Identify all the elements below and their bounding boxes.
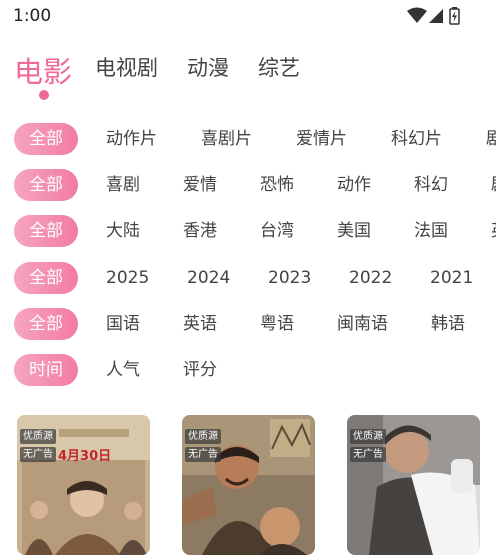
filter-option[interactable]: 2025 — [106, 262, 149, 294]
filter-chip-all[interactable]: 全部 — [14, 262, 78, 294]
filter-option[interactable]: 台湾 — [260, 215, 294, 247]
filter-option[interactable]: 法国 — [414, 215, 448, 247]
filter-option[interactable]: 剧 — [491, 169, 496, 201]
filter-option[interactable]: 大陆 — [106, 215, 140, 247]
filter-option[interactable]: 韩语 — [431, 308, 465, 340]
filter-option[interactable]: 剧 — [486, 123, 496, 155]
filter-option[interactable]: 恐怖 — [260, 169, 294, 201]
filter-option[interactable]: 2021 — [430, 262, 473, 294]
filter-row-sort: 时间 人气 评分 — [0, 354, 496, 388]
wifi-icon — [407, 7, 427, 23]
sort-option[interactable]: 人气 — [106, 354, 140, 386]
filter-option[interactable]: 科幻片 — [391, 123, 442, 155]
filter-option[interactable]: 喜剧 — [106, 169, 140, 201]
quality-badge: 优质源 — [350, 429, 386, 444]
filter-chip-all[interactable]: 全部 — [14, 123, 78, 155]
signal-icon — [429, 9, 443, 23]
filter-option[interactable]: 香港 — [183, 215, 217, 247]
sort-option[interactable]: 评分 — [183, 354, 217, 386]
status-bar: 1:00 — [0, 0, 496, 32]
tab-anime[interactable]: 动漫 — [187, 52, 229, 82]
tab-tv-series[interactable]: 电视剧 — [95, 52, 158, 82]
filter-option[interactable]: 2023 — [268, 262, 311, 294]
active-tab-indicator — [39, 90, 49, 100]
filter-row-region: 全部 大陆 香港 台湾 美国 法国 英 — [0, 215, 496, 249]
filter-option[interactable]: 动作 — [337, 169, 371, 201]
filter-option[interactable]: 喜剧片 — [201, 123, 252, 155]
movie-card[interactable]: 优质源 无广告 — [182, 415, 315, 555]
filter-option[interactable]: 国语 — [106, 308, 140, 340]
filter-option[interactable]: 英语 — [183, 308, 217, 340]
filter-chip-all[interactable]: 全部 — [14, 169, 78, 201]
filter-row-genre: 全部 喜剧 爱情 恐怖 动作 科幻 剧 — [0, 169, 496, 203]
quality-badge: 优质源 — [185, 429, 221, 444]
status-icons — [406, 7, 466, 29]
filter-option[interactable]: 闽南语 — [337, 308, 388, 340]
movie-card[interactable]: 优质源 无广告 — [347, 415, 480, 555]
filter-option[interactable]: 动作片 — [106, 123, 157, 155]
no-ads-badge: 无广告 — [350, 447, 386, 462]
filter-row-type: 全部 动作片 喜剧片 爱情片 科幻片 剧 — [0, 123, 496, 157]
filter-row-year: 全部 2025 2024 2023 2022 2021 — [0, 262, 496, 296]
tab-movie[interactable]: 电影 — [14, 49, 72, 91]
filter-chip-all[interactable]: 全部 — [14, 215, 78, 247]
filter-option[interactable]: 爱情 — [183, 169, 217, 201]
filter-option[interactable]: 2022 — [349, 262, 392, 294]
filter-option[interactable]: 粤语 — [260, 308, 294, 340]
filter-option[interactable]: 爱情片 — [296, 123, 347, 155]
status-time: 1:00 — [13, 6, 52, 26]
quality-badge: 优质源 — [20, 429, 56, 444]
filter-option[interactable]: 科幻 — [414, 169, 448, 201]
filter-option[interactable]: 2024 — [187, 262, 230, 294]
filter-option[interactable]: 美国 — [337, 215, 371, 247]
no-ads-badge: 无广告 — [185, 447, 221, 462]
tab-variety[interactable]: 综艺 — [258, 52, 300, 82]
movie-card[interactable]: 4月30日 优质源 无广告 — [17, 415, 150, 555]
battery-icon — [449, 7, 460, 25]
no-ads-badge: 无广告 — [20, 447, 56, 462]
poster-date-text: 4月30日 — [58, 449, 111, 464]
filter-chip-all[interactable]: 全部 — [14, 308, 78, 340]
filter-row-language: 全部 国语 英语 粤语 闽南语 韩语 — [0, 308, 496, 342]
filter-option[interactable]: 英 — [491, 215, 496, 247]
sort-chip-time[interactable]: 时间 — [14, 354, 78, 386]
